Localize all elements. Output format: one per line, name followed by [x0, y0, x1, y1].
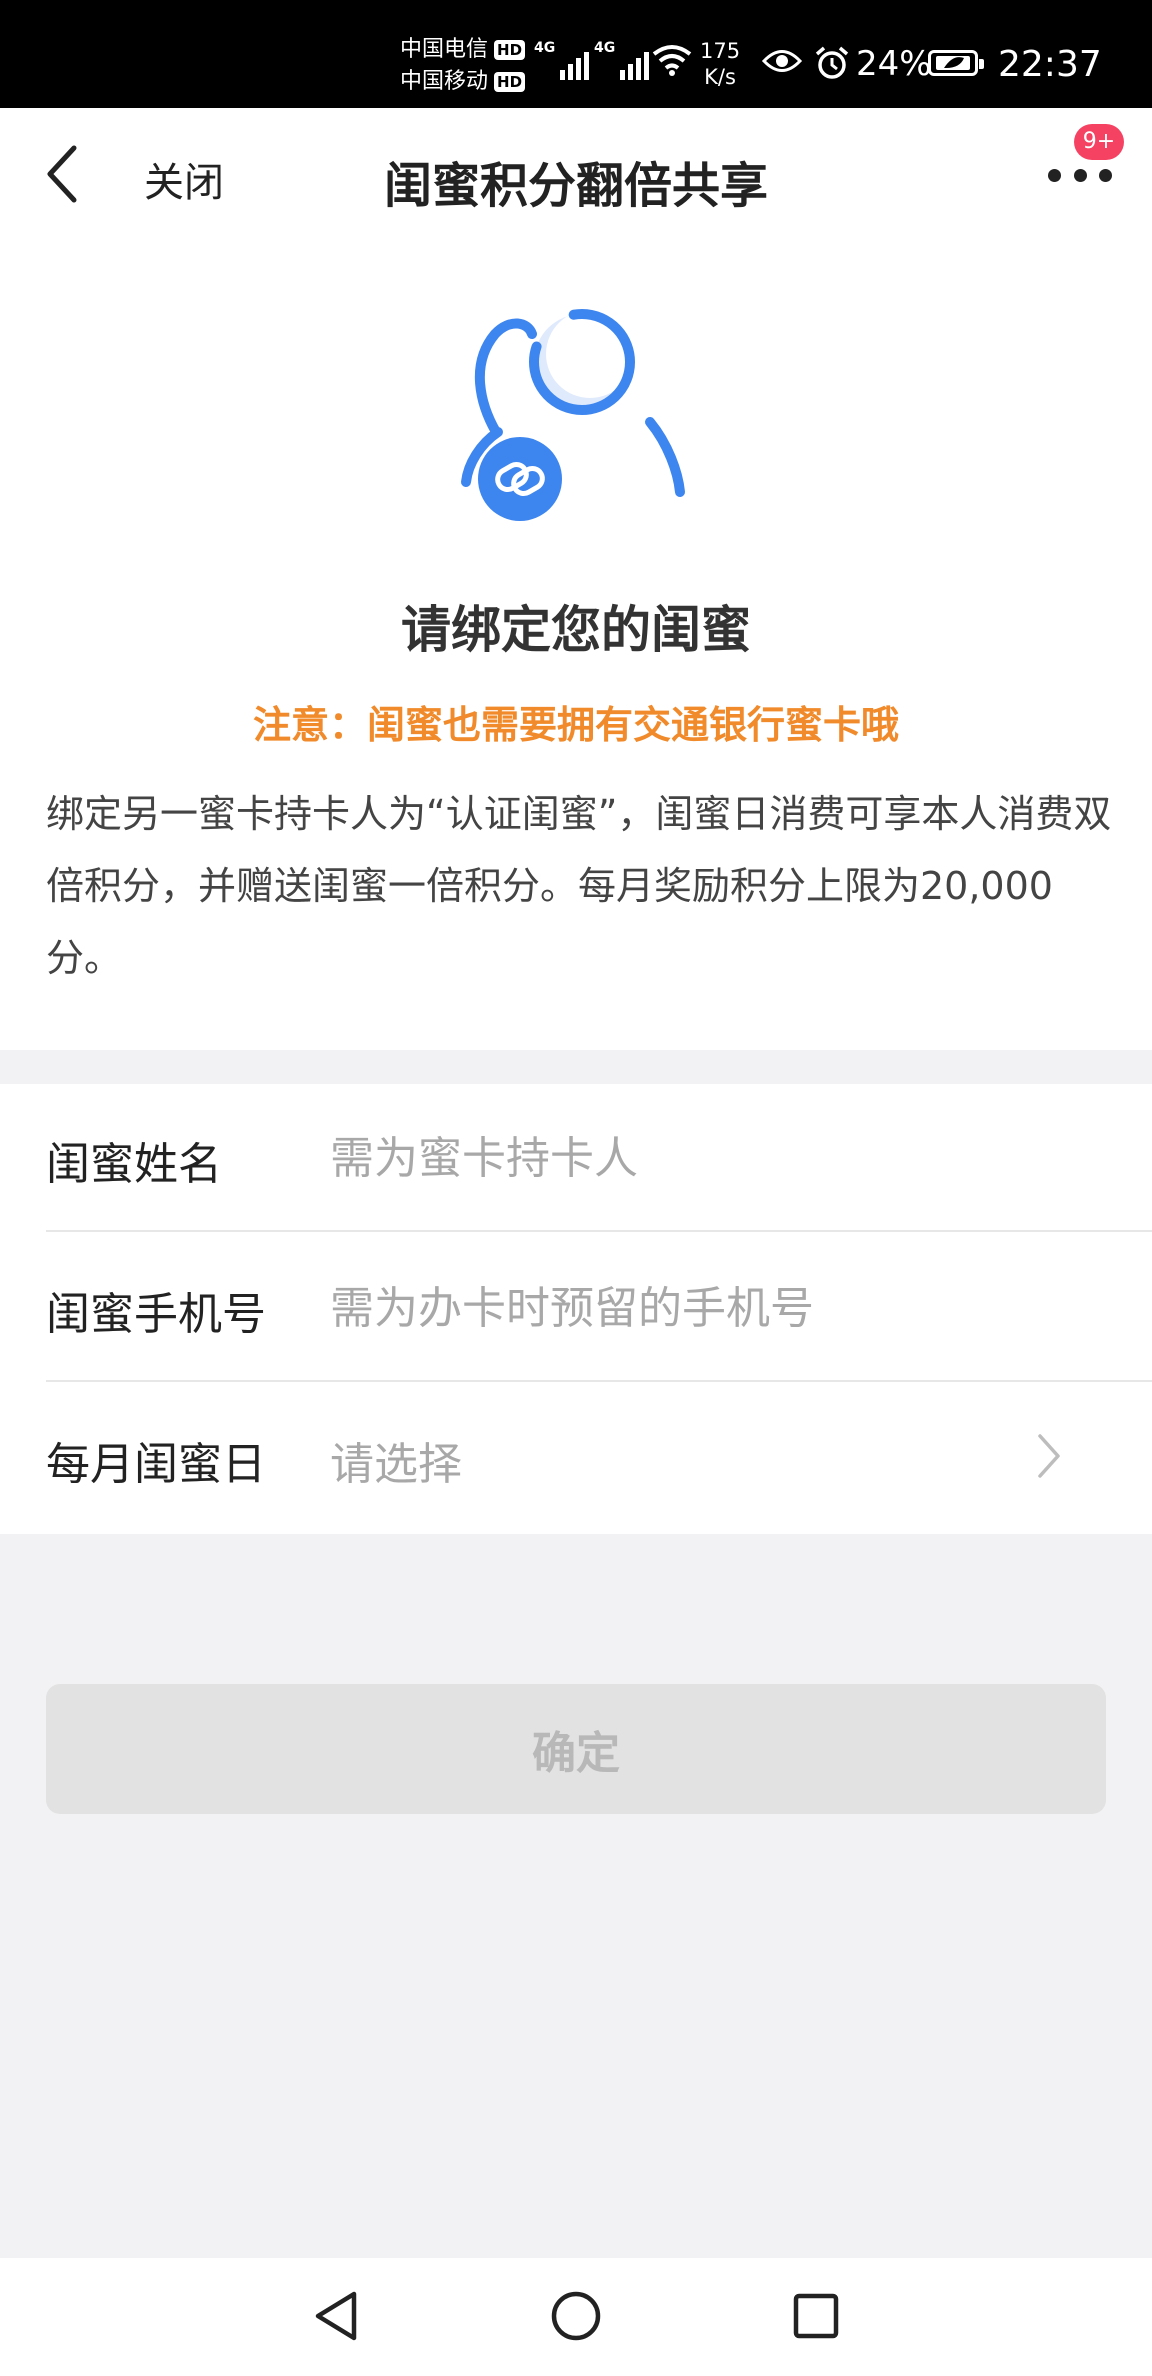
phone-input[interactable] [330, 1264, 1090, 1352]
bestie-day-label: 每月闺蜜日 [46, 1439, 266, 1490]
eye-comfort-icon [762, 50, 802, 72]
phone-row: 闺蜜手机号 [46, 1234, 1152, 1382]
network-type-2: 4G [594, 40, 616, 56]
status-bar: 中国电信 HD 中国移动 HD 4G 4G 175 K/s 24% 22:37 [0, 0, 1152, 108]
name-input[interactable] [330, 1114, 1090, 1202]
network-speed: 175 K/s [700, 38, 740, 90]
bestie-link-illustration [461, 309, 685, 521]
bestie-day-value: 请选择 [330, 1439, 462, 1490]
network-type-1: 4G [534, 40, 556, 56]
wifi-icon [652, 45, 692, 76]
bind-heading: 请绑定您的闺蜜 [401, 601, 751, 659]
signal-icon-1: 4G [534, 40, 590, 80]
page-title: 闺蜜积分翻倍共享 [383, 158, 768, 214]
carrier-info: 中国电信 HD 中国移动 HD [400, 34, 526, 98]
description-text: 绑定另一蜜卡持卡人为“认证闺蜜”，闺蜜日消费可享本人消费双倍积分，并赠送闺蜜一倍… [46, 792, 1112, 980]
notice-text: 注意：闺蜜也需要拥有交通银行蜜卡哦 [252, 703, 899, 747]
power-saving-leaf-icon [936, 56, 970, 70]
nav-recent-apps-icon[interactable] [790, 2288, 842, 2344]
alarm-icon [815, 46, 849, 79]
carrier-1: 中国电信 [400, 37, 489, 62]
hd-badge-1: HD [494, 40, 526, 60]
carrier-2: 中国移动 [400, 69, 489, 94]
chevron-right-icon [1038, 1434, 1060, 1478]
nav-back-icon[interactable] [310, 2286, 366, 2346]
app-header: 关闭 闺蜜积分翻倍共享 9+ [0, 108, 1152, 238]
network-speed-value: 175 [700, 39, 741, 63]
more-options-icon[interactable] [1048, 160, 1112, 190]
bind-form: 闺蜜姓名 闺蜜手机号 每月闺蜜日 请选择 [0, 1084, 1152, 1534]
hd-badge-2: HD [494, 72, 526, 92]
battery-icon [928, 50, 984, 76]
name-label: 闺蜜姓名 [46, 1139, 222, 1190]
bestie-day-selector[interactable]: 每月闺蜜日 请选择 [46, 1384, 1152, 1532]
status-time: 22:37 [998, 44, 1102, 85]
name-row: 闺蜜姓名 [46, 1084, 1152, 1232]
confirm-button[interactable]: 确定 [46, 1684, 1106, 1814]
system-nav-bar [0, 2258, 1152, 2376]
battery-percent: 24% [856, 44, 932, 84]
network-speed-unit: K/s [704, 65, 736, 89]
intro-section: 请绑定您的闺蜜 注意：闺蜜也需要拥有交通银行蜜卡哦 绑定另一蜜卡持卡人为“认证闺… [0, 238, 1152, 1050]
nav-home-icon[interactable] [548, 2286, 604, 2346]
notification-badge: 9+ [1074, 124, 1124, 160]
phone-label: 闺蜜手机号 [46, 1289, 266, 1340]
signal-icon-2: 4G [594, 40, 650, 80]
